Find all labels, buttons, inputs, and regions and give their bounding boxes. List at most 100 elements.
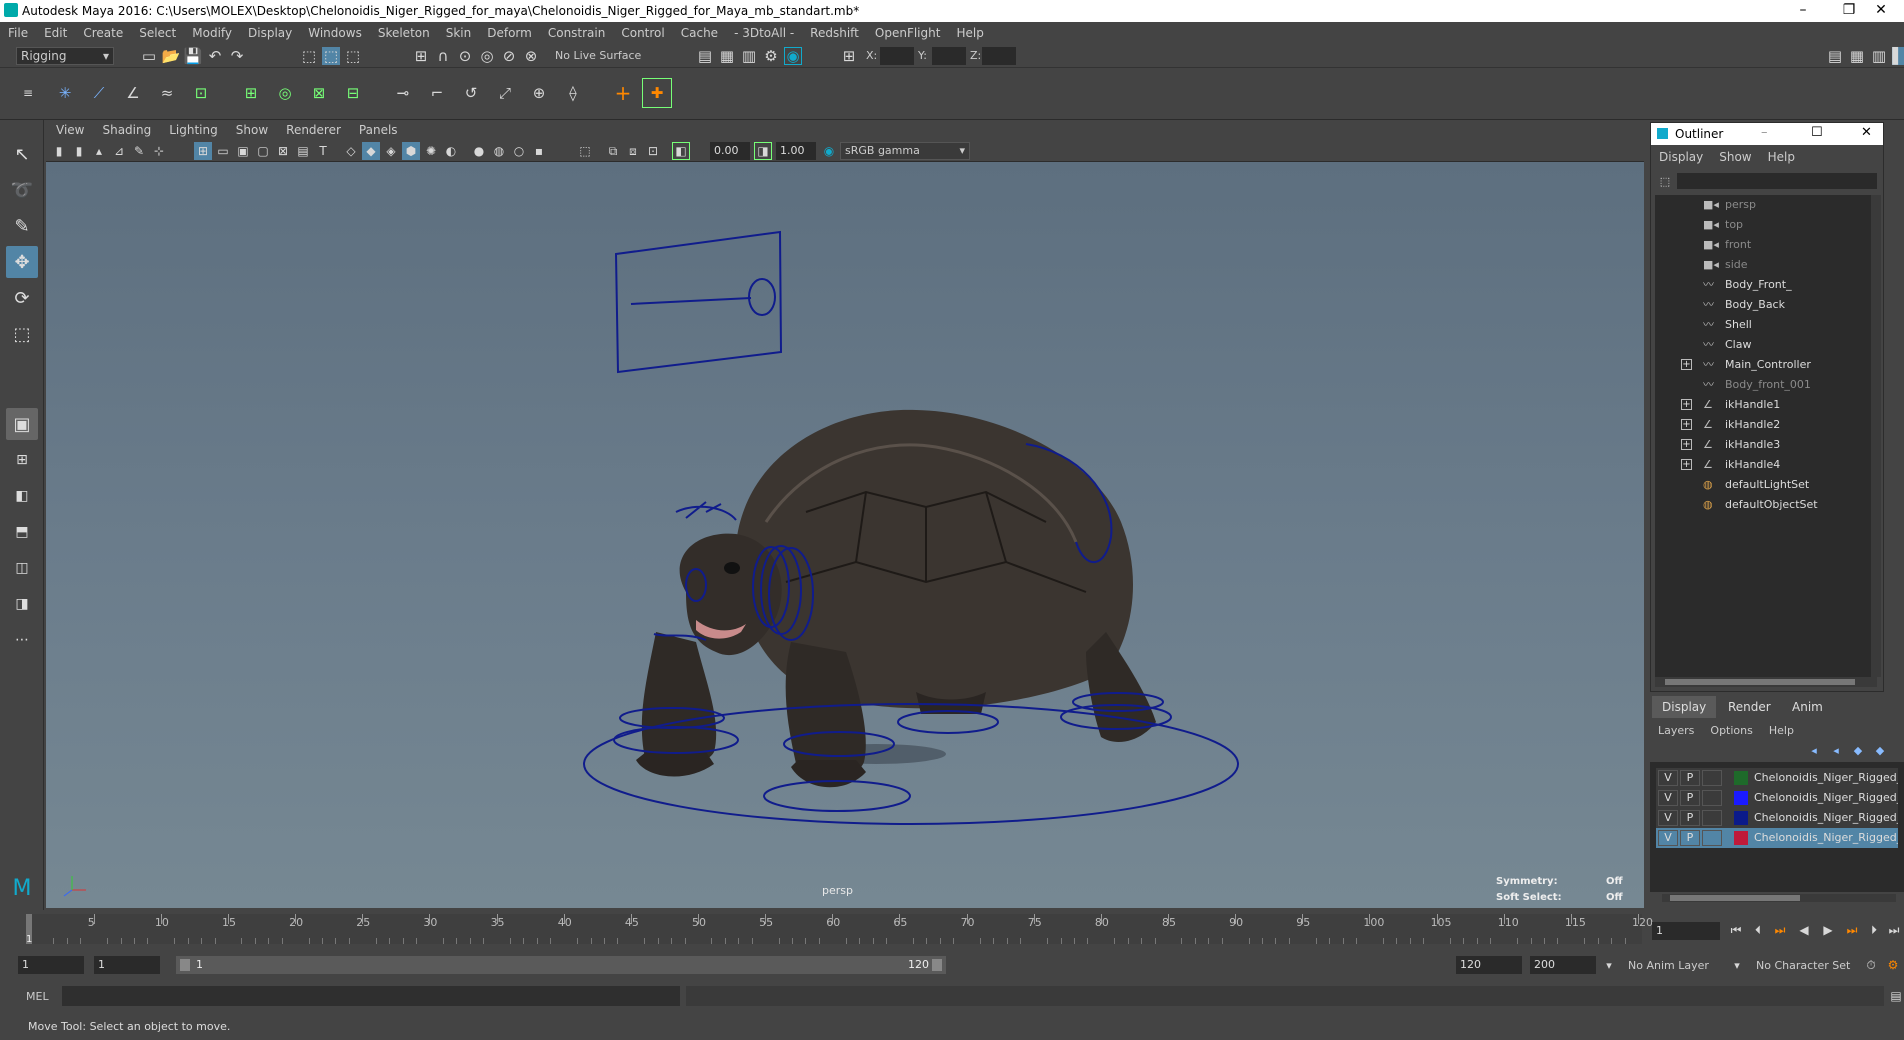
outliner-item-main-controller[interactable]: + 〰 Main_Controller bbox=[1655, 355, 1875, 375]
locator-bracket-icon[interactable]: ✚ bbox=[642, 78, 672, 108]
layer-reference-toggle[interactable] bbox=[1702, 830, 1722, 846]
tool-settings-icon[interactable]: ▥ bbox=[1870, 47, 1888, 65]
lasso-tool-icon[interactable]: ➰ bbox=[6, 174, 38, 206]
paint-select-tool-icon[interactable]: ✎ bbox=[6, 210, 38, 242]
tab-anim[interactable]: Anim bbox=[1782, 696, 1833, 718]
character-set-label[interactable]: No Character Set bbox=[1756, 959, 1850, 972]
menu-file[interactable]: File bbox=[0, 22, 36, 44]
locator-icon[interactable]: + bbox=[608, 78, 638, 108]
move-layer-up-icon[interactable]: ◂ bbox=[1804, 742, 1824, 758]
gate-mask-icon[interactable]: ▢ bbox=[254, 142, 272, 160]
step-back-icon[interactable]: ⏴ bbox=[1748, 920, 1768, 940]
layer-playback-toggle[interactable]: P bbox=[1680, 810, 1700, 826]
color-space-dropdown[interactable]: sRGB gamma ▾ bbox=[840, 142, 970, 160]
render-settings-icon[interactable]: ⚙ bbox=[762, 47, 780, 65]
tab-display[interactable]: Display bbox=[1652, 696, 1717, 718]
render-sequence-icon[interactable]: ▦ bbox=[718, 47, 736, 65]
hypershade-icon[interactable]: ◉ bbox=[784, 47, 802, 65]
anim-layer-label[interactable]: No Anim Layer bbox=[1628, 959, 1709, 972]
scene-end-field[interactable]: 200 bbox=[1530, 956, 1596, 974]
menu-skin[interactable]: Skin bbox=[438, 22, 480, 44]
layer-playback-toggle[interactable]: P bbox=[1680, 830, 1700, 846]
playback-start-field[interactable]: 1 bbox=[94, 956, 160, 974]
menu-windows[interactable]: Windows bbox=[300, 22, 370, 44]
persp-graph-layout-icon[interactable]: ⬒ bbox=[6, 516, 38, 548]
open-scene-icon[interactable]: 📂 bbox=[162, 47, 181, 65]
point-constraint-icon[interactable]: ⊸ bbox=[388, 78, 418, 108]
menu-create[interactable]: Create bbox=[75, 22, 131, 44]
range-end-handle[interactable] bbox=[932, 959, 942, 971]
select-camera-icon[interactable]: ▮ bbox=[50, 142, 68, 160]
xray-active-icon[interactable]: ⧈ bbox=[624, 142, 642, 160]
snap-curve-icon[interactable]: ∩ bbox=[434, 47, 452, 65]
safe-title-icon[interactable]: T bbox=[314, 142, 332, 160]
ik-spline-icon[interactable]: ≈ bbox=[152, 78, 182, 108]
select-tool-icon[interactable]: ↖ bbox=[6, 138, 38, 170]
minimize-icon[interactable]: – bbox=[1761, 125, 1768, 140]
expand-icon[interactable]: + bbox=[1681, 459, 1692, 470]
parent-constraint-icon[interactable]: ⊕ bbox=[524, 78, 554, 108]
layer-visibility-toggle[interactable]: V bbox=[1658, 790, 1678, 806]
y-field[interactable] bbox=[932, 47, 966, 65]
outliner-item-default-object-set[interactable]: ◍ defaultObjectSet bbox=[1655, 495, 1875, 515]
snap-vertex-icon[interactable]: ⊗ bbox=[522, 47, 540, 65]
layer-reference-toggle[interactable] bbox=[1702, 770, 1722, 786]
expand-icon[interactable]: + bbox=[1681, 419, 1692, 430]
film-gate-icon[interactable]: ▭ bbox=[214, 142, 232, 160]
menu-cache[interactable]: Cache bbox=[673, 22, 726, 44]
menu-display[interactable]: Display bbox=[240, 22, 300, 44]
field-chart-icon[interactable]: ⊠ bbox=[274, 142, 292, 160]
create-joint-icon[interactable]: ✳ bbox=[50, 78, 80, 108]
layer-row[interactable]: V P Chelonoidis_Niger_Rigged_l bbox=[1656, 788, 1898, 808]
2d-pan-zoom-icon[interactable]: ⊹ bbox=[150, 142, 168, 160]
anti-aliasing-icon[interactable]: ○ bbox=[510, 142, 528, 160]
layer-visibility-toggle[interactable]: V bbox=[1658, 830, 1678, 846]
prev-key-icon[interactable]: ⏭ bbox=[1770, 920, 1790, 940]
expand-icon[interactable]: + bbox=[1681, 439, 1692, 450]
layer-reference-toggle[interactable] bbox=[1702, 790, 1722, 806]
image-plane-icon[interactable]: ⊿ bbox=[110, 142, 128, 160]
chevron-down-icon[interactable]: ▾ bbox=[1602, 956, 1616, 974]
layer-menu-help[interactable]: Help bbox=[1761, 724, 1802, 737]
snap-point-icon[interactable]: ⊙ bbox=[456, 47, 474, 65]
layer-visibility-toggle[interactable]: V bbox=[1658, 770, 1678, 786]
snap-grid-icon[interactable]: ⊞ bbox=[412, 47, 430, 65]
scene-start-field[interactable]: 1 bbox=[18, 956, 84, 974]
z-field[interactable] bbox=[982, 47, 1016, 65]
layer-hscroll-thumb[interactable] bbox=[1670, 895, 1800, 901]
range-bar[interactable]: 1 120 bbox=[176, 956, 946, 974]
next-key-icon[interactable]: ⏭ bbox=[1842, 920, 1862, 940]
shelf-menu-icon[interactable]: ≡ bbox=[18, 78, 38, 108]
ambient-occlusion-icon[interactable]: ● bbox=[470, 142, 488, 160]
move-tool-icon[interactable]: ✥ bbox=[6, 246, 38, 278]
menu-edit[interactable]: Edit bbox=[36, 22, 75, 44]
x-field[interactable] bbox=[880, 47, 914, 65]
menu-skeleton[interactable]: Skeleton bbox=[370, 22, 438, 44]
modeling-toolkit-icon[interactable]: ▌ bbox=[1892, 47, 1904, 65]
layer-color-swatch[interactable] bbox=[1734, 771, 1748, 785]
playback-end-field[interactable]: 120 bbox=[1456, 956, 1522, 974]
depth-of-field-icon[interactable]: ▪ bbox=[530, 142, 548, 160]
chevron-down-icon[interactable]: ▾ bbox=[1730, 956, 1744, 974]
skin-bind-icon[interactable]: ⊡ bbox=[186, 78, 216, 108]
auto-key-icon[interactable]: ⏱ bbox=[1862, 956, 1880, 974]
pole-vector-icon[interactable]: ⟠ bbox=[558, 78, 588, 108]
outliner-menu-help[interactable]: Help bbox=[1760, 150, 1803, 164]
color-management-icon[interactable]: ◉ bbox=[820, 142, 838, 160]
layer-color-swatch[interactable] bbox=[1734, 811, 1748, 825]
menu-openflight[interactable]: OpenFlight bbox=[867, 22, 949, 44]
outliner-item-default-light-set[interactable]: ◍ defaultLightSet bbox=[1655, 475, 1875, 495]
transform-mode-icon[interactable]: ⊞ bbox=[840, 47, 858, 65]
command-language-label[interactable]: MEL bbox=[26, 990, 49, 1003]
attribute-editor-icon[interactable]: ▦ bbox=[1848, 47, 1866, 65]
grease-pencil-icon[interactable]: ✎ bbox=[130, 142, 148, 160]
expand-icon[interactable]: + bbox=[1681, 359, 1692, 370]
panel-menu-panels[interactable]: Panels bbox=[349, 120, 406, 140]
layer-playback-toggle[interactable]: P bbox=[1680, 790, 1700, 806]
outliner-item-ikhandle4[interactable]: + ∠ ikHandle4 bbox=[1655, 455, 1875, 475]
custom-layout-icon[interactable]: ⋯ bbox=[6, 624, 38, 656]
range-start-handle[interactable] bbox=[180, 959, 190, 971]
outliner-item-top[interactable]: ■◂ top bbox=[1655, 215, 1875, 235]
redo-icon[interactable]: ↷ bbox=[228, 47, 246, 65]
filter-icon[interactable]: ⬚ bbox=[1657, 173, 1673, 189]
